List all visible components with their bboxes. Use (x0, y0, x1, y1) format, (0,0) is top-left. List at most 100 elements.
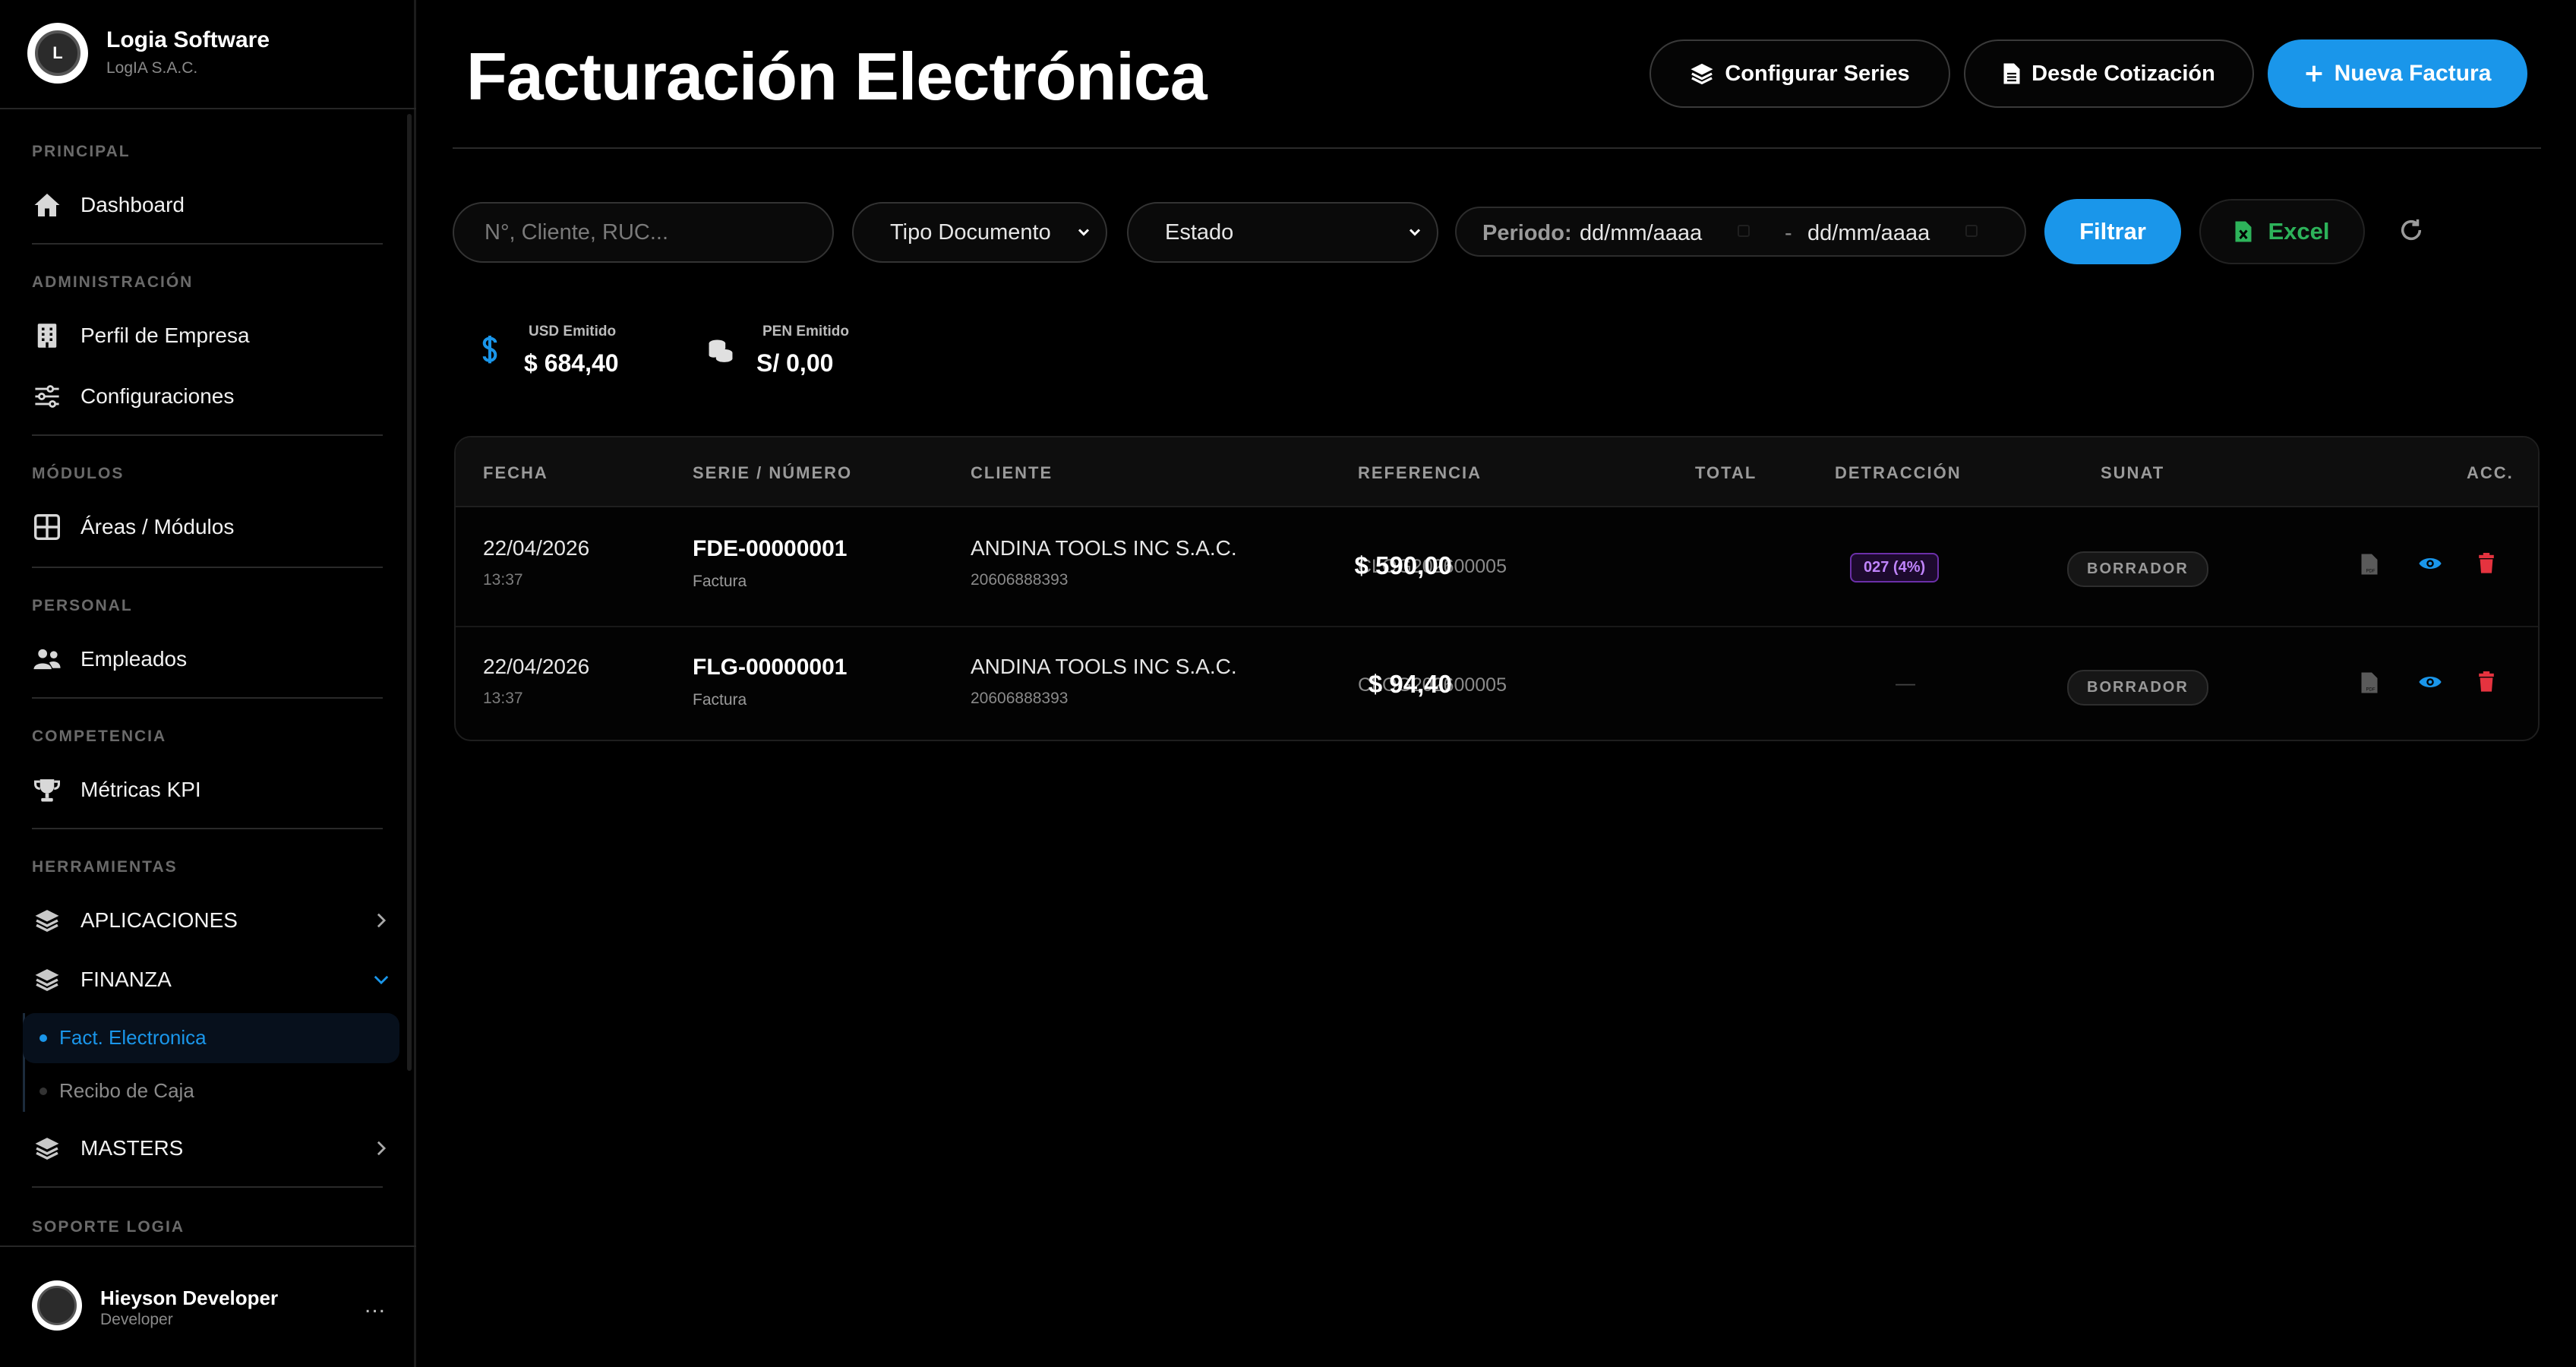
excel-button[interactable]: Excel (2199, 199, 2365, 264)
layers-icon (1690, 62, 1714, 85)
button-label: Configurar Series (1725, 61, 1910, 86)
col-acciones: ACC. (2467, 463, 2514, 482)
document-icon (2003, 62, 2021, 85)
button-label: Nueva Factura (2334, 61, 2492, 86)
desde-cotizacion-button[interactable]: Desde Cotización (1964, 39, 2254, 108)
chevron-right-icon (371, 1135, 392, 1162)
eye-icon[interactable] (2418, 673, 2442, 695)
more-icon[interactable]: ... (365, 1293, 386, 1318)
cell-hora: 13:37 (483, 690, 523, 707)
avatar (32, 1280, 82, 1331)
col-total: TOTAL (1695, 463, 1757, 482)
sidebar-item-label: MASTERS (80, 1136, 184, 1160)
sidebar-item-label: Empleados (80, 647, 188, 671)
eye-icon[interactable] (2418, 554, 2442, 576)
sidebar-item-kpi[interactable]: Métricas KPI (32, 769, 201, 811)
table-row[interactable]: 22/04/2026 13:37 FDE-00000001 Factura AN… (456, 509, 2538, 626)
pdf-icon[interactable]: PDF (2360, 671, 2379, 698)
cell-tipo: Factura (693, 691, 747, 709)
sidebar-item-finanza[interactable]: FINANZA (32, 958, 389, 1001)
sidebar-item-masters[interactable]: MASTERS (32, 1127, 387, 1170)
configurar-series-button[interactable]: Configurar Series (1649, 39, 1950, 108)
status-badge: BORRADOR (2067, 670, 2208, 706)
sidebar-item-perfil-empresa[interactable]: Perfil de Empresa (32, 314, 250, 357)
sidebar-item-areas[interactable]: Áreas / Módulos (32, 506, 234, 548)
nueva-factura-button[interactable]: Nueva Factura (2268, 39, 2527, 108)
user-name: Hieyson Developer (100, 1286, 279, 1309)
cell-numero[interactable]: FLG-00000001 (693, 655, 847, 680)
stat-value: S/ 0,00 (756, 349, 834, 377)
sidebar-item-label: Configuraciones (80, 384, 235, 408)
col-sunat: SUNAT (2101, 463, 2165, 482)
cell-hora: 13:37 (483, 571, 523, 589)
detraccion-badge: 027 (4%) (1850, 553, 1940, 582)
search-input[interactable]: N°, Cliente, RUC... (453, 202, 834, 263)
chevron-down-icon (371, 966, 392, 993)
section-competencia: COMPETENCIA (32, 728, 167, 745)
dollar-icon (481, 336, 498, 370)
home-icon (32, 190, 62, 220)
grid-icon (32, 512, 62, 542)
chevron-down-icon (1408, 223, 1422, 248)
col-serie-numero: SERIE / NÚMERO (693, 463, 853, 482)
pdf-icon[interactable]: PDF (2360, 553, 2379, 579)
user-card[interactable]: Hieyson Developer Developer ... (0, 1245, 416, 1367)
divider (32, 567, 383, 568)
table-row[interactable]: 22/04/2026 13:37 FLG-00000001 Factura AN… (456, 626, 2538, 740)
select-value: Tipo Documento (890, 219, 1051, 245)
cell-numero[interactable]: FDE-00000001 (693, 536, 847, 562)
col-fecha: FECHA (483, 463, 548, 482)
sidebar-item-label: Áreas / Módulos (80, 515, 235, 538)
facturas-table: FECHA SERIE / NÚMERO CLIENTE REFERENCIA … (454, 436, 2540, 741)
button-label: Excel (2268, 218, 2330, 245)
date-to-input[interactable]: dd/mm/aaaa (1807, 221, 1930, 246)
active-dot (39, 1034, 47, 1042)
tipo-documento-select[interactable]: Tipo Documento (852, 202, 1107, 263)
submenu-item-fact-electronica[interactable]: Fact. Electronica (59, 1026, 207, 1050)
section-soporte: SOPORTE LOGIA (32, 1218, 185, 1236)
calendar-icon[interactable] (1738, 225, 1750, 237)
stat-label: USD Emitido (529, 324, 617, 339)
section-herramientas: HERRAMIENTAS (32, 858, 178, 876)
calendar-icon[interactable] (1965, 225, 1978, 237)
trash-icon[interactable] (2477, 553, 2496, 578)
col-cliente: CLIENTE (971, 463, 1053, 482)
cell-total: $ 590,00 (1354, 551, 1452, 579)
svg-text:PDF: PDF (2366, 688, 2376, 693)
sidebar-item-configuraciones[interactable]: Configuraciones (32, 375, 234, 418)
date-separator: - (1785, 221, 1792, 245)
cell-cliente: ANDINA TOOLS INC S.A.C. (971, 536, 1237, 560)
section-principal: PRINCIPAL (32, 143, 131, 160)
layers-icon (32, 1133, 62, 1163)
divider (32, 828, 383, 829)
plus-icon (2304, 64, 2324, 84)
submenu-item-recibo-caja[interactable]: Recibo de Caja (59, 1079, 194, 1103)
sidebar-scrollbar[interactable] (407, 114, 412, 1071)
sidebar-item-empleados[interactable]: Empleados (32, 638, 187, 680)
cell-ruc: 20606888393 (971, 571, 1069, 589)
refresh-icon[interactable] (2398, 217, 2424, 247)
stat-label: PEN Emitido (762, 324, 850, 339)
estado-select[interactable]: Estado (1127, 202, 1438, 263)
section-personal: PERSONAL (32, 597, 133, 614)
layers-icon (32, 905, 62, 936)
brand-name: Logia Software (106, 27, 270, 52)
users-icon (32, 644, 62, 674)
sidebar-item-aplicaciones[interactable]: APLICACIONES (32, 899, 387, 942)
sliders-icon (32, 381, 62, 412)
sidebar: L Logia Software LogIA S.A.C. PRINCIPAL … (0, 0, 416, 1367)
chevron-down-icon (1077, 223, 1091, 248)
file-excel-icon (2234, 220, 2252, 243)
user-role: Developer (100, 1311, 173, 1328)
cell-tipo: Factura (693, 573, 747, 590)
date-from-input[interactable]: dd/mm/aaaa (1580, 221, 1702, 246)
chevron-right-icon (371, 907, 392, 934)
sidebar-item-dashboard[interactable]: Dashboard (32, 184, 185, 226)
select-value: Estado (1165, 219, 1234, 245)
cell-ruc: 20606888393 (971, 690, 1069, 707)
filtrar-button[interactable]: Filtrar (2044, 199, 2181, 264)
divider (32, 243, 383, 245)
cell-cliente: ANDINA TOOLS INC S.A.C. (971, 655, 1237, 678)
trash-icon[interactable] (2477, 671, 2496, 696)
periodo-label: Periodo: (1482, 221, 1572, 245)
